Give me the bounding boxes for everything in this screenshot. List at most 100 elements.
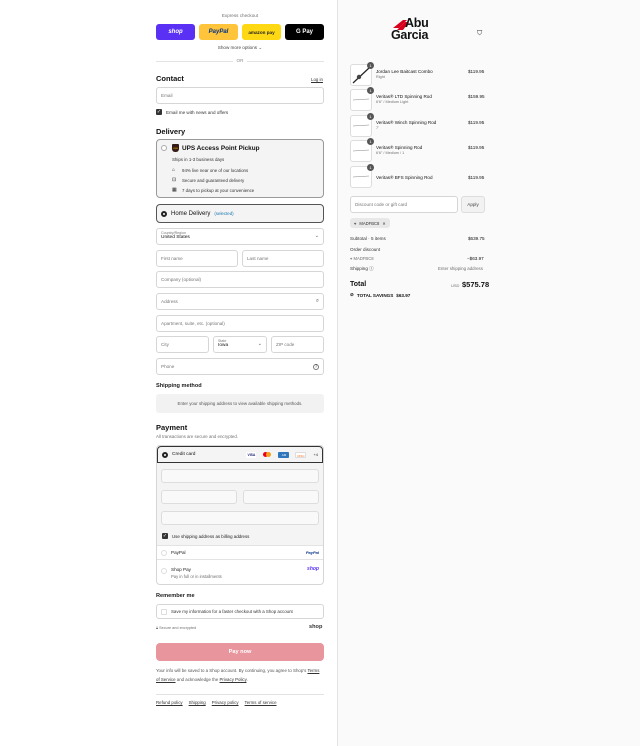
email-news-checkbox-row[interactable]: ✓ Email me with news and offers (156, 109, 228, 115)
paypal-radio[interactable] (161, 549, 167, 556)
quantity-badge: 1 (367, 138, 374, 145)
credit-card-label: Credit card (172, 452, 196, 457)
shop-pay-label: Shop Pay (171, 567, 191, 572)
shop-logo: shop (168, 29, 183, 35)
credit-card-option[interactable]: Credit card VISA AM DISC +4 (157, 446, 323, 463)
ups-logo-icon: ups (172, 144, 179, 152)
cart-bag-icon[interactable]: ⛉ (477, 30, 482, 38)
chevron-down-icon: ⌄ (314, 233, 319, 239)
item-thumbnail: 1 (350, 113, 374, 137)
news-checkbox[interactable]: ✓ (156, 109, 162, 115)
lock-icon: ⊡ (172, 177, 177, 183)
search-icon: ⌕ (315, 298, 319, 304)
lock-icon: 🔒︎ (156, 626, 159, 630)
city-placeholder: City (161, 342, 169, 347)
shipping-method-heading: Shipping method (156, 383, 202, 389)
city-field[interactable]: City (156, 336, 209, 353)
expiration-field[interactable] (161, 490, 237, 504)
quantity-badge: 1 (367, 87, 374, 94)
shipping-label: Shipping (350, 266, 368, 271)
save-info-checkbox[interactable] (161, 608, 167, 615)
total-label: Total (350, 281, 367, 288)
credit-card-radio[interactable] (162, 451, 168, 458)
currency-code: USD (451, 283, 460, 288)
google-pay-express-button[interactable]: G Pay (285, 24, 324, 40)
phone-field[interactable]: Phone? (156, 358, 324, 375)
billing-address-checkbox-row[interactable]: ✓ Use shipping address as billing addres… (162, 533, 249, 539)
address-field[interactable]: Address ⌕ (156, 293, 324, 310)
shop-pay-express-button[interactable]: shop (156, 24, 195, 40)
last-name-placeholder: Last name (247, 256, 269, 261)
show-more-options-link[interactable]: Show more options ⌄ (156, 45, 324, 51)
discount-chip-code: MADFBC8 (359, 220, 380, 226)
pay-now-button[interactable]: Pay now (156, 643, 324, 661)
discount-code-field[interactable]: Discount code or gift card (350, 196, 458, 213)
remove-discount-icon[interactable]: ✕ (382, 221, 386, 226)
ups-feature: 94% live near one of our locations (182, 168, 249, 173)
amazon-pay-express-button[interactable]: amazon pay (242, 24, 281, 40)
save-info-checkbox-row[interactable]: Save my information for a faster checkou… (156, 604, 324, 619)
company-field[interactable]: Company (optional) (156, 271, 324, 288)
paypal-option[interactable]: PayPal PayPal (157, 545, 323, 559)
paypal-option-label: PayPal (171, 550, 186, 555)
quantity-badge: 1 (367, 62, 374, 69)
name-on-card-field[interactable] (161, 511, 319, 525)
info-icon[interactable]: ⓘ (369, 266, 374, 271)
discover-icon: DISC (295, 451, 307, 458)
log-in-link[interactable]: Log in (311, 77, 323, 82)
refund-policy-link[interactable]: Refund policy (156, 700, 183, 705)
ups-pickup-option[interactable]: ups UPS Access Point Pickup Ships in 1-3… (156, 139, 324, 198)
item-price: $119.95 (468, 145, 485, 150)
tag-icon: ⌖ (350, 256, 353, 261)
shipping-link[interactable]: Shipping (189, 700, 206, 705)
shop-pay-option[interactable]: Shop Pay Pay in full or in installments … (157, 559, 323, 584)
item-thumbnail: 1 (350, 87, 374, 111)
zip-field[interactable]: ZIP code (271, 336, 324, 353)
state-select[interactable]: State Iowa ⌄ (213, 336, 267, 353)
shop-logo: shop (309, 624, 323, 630)
chevron-down-icon: ⌄ (258, 45, 263, 50)
item-price: $119.95 (468, 120, 485, 125)
or-label: OR (233, 58, 247, 63)
legal-text: Your info will be saved to a Shop accoun… (156, 666, 324, 684)
privacy-policy-footer-link[interactable]: Privacy policy (212, 700, 239, 705)
last-name-field[interactable]: Last name (242, 250, 324, 267)
email-field[interactable]: Email (156, 87, 324, 104)
total-value: $575.78 (462, 280, 490, 289)
home-delivery-radio[interactable] (161, 210, 167, 217)
footer-divider (156, 694, 324, 695)
total-savings-label: TOTAL SAVINGS (356, 292, 394, 298)
shipping-row: Shipping ⓘ (350, 266, 374, 272)
item-name: Veritas® LTD Spinning Rod (376, 94, 432, 99)
shop-pay-radio[interactable] (161, 568, 167, 574)
save-info-label: Save my information for a faster checkou… (171, 609, 293, 614)
terms-of-service-footer-link[interactable]: Terms of service (245, 700, 277, 705)
order-discount-code-row: ⌖ MADFBC8 (350, 256, 374, 261)
first-name-field[interactable]: First name (156, 250, 238, 267)
abu-garcia-logo[interactable]: Abu Garcia (391, 17, 447, 46)
shipping-value: Enter shipping address (438, 266, 483, 271)
ups-radio[interactable] (161, 145, 167, 151)
google-pay-logo: G Pay (295, 29, 313, 35)
item-thumbnail: 1 (350, 62, 374, 86)
savings-tag-icon: ⊘ (350, 292, 354, 297)
help-icon[interactable]: ? (313, 363, 319, 370)
country-select[interactable]: Country/Region United States ⌄ (156, 228, 324, 245)
shop-logo: shop (307, 566, 319, 572)
billing-checkbox[interactable]: ✓ (162, 533, 168, 539)
apply-button[interactable]: Apply (461, 196, 485, 213)
checkout-form-pane: Express checkout shop PayPal amazon pay … (0, 0, 337, 746)
address-placeholder: Address (161, 299, 178, 304)
calendar-icon: ▦ (172, 187, 177, 193)
home-delivery-option[interactable]: Home Delivery (selected) (156, 204, 324, 223)
country-value: United States (161, 235, 190, 240)
apartment-field[interactable]: Apartment, suite, etc. (optional) (156, 315, 324, 332)
security-code-field[interactable] (243, 490, 319, 504)
item-name: Veritas® Winch Spinning Rod (376, 120, 437, 125)
subtotal-label: Subtotal · 5 items (350, 236, 386, 241)
brand-line-2: Garcia (391, 28, 429, 42)
paypal-express-button[interactable]: PayPal (199, 24, 238, 40)
privacy-policy-link[interactable]: Privacy Policy (220, 677, 247, 682)
card-number-field[interactable] (161, 469, 319, 483)
item-variant: Right (376, 75, 385, 79)
